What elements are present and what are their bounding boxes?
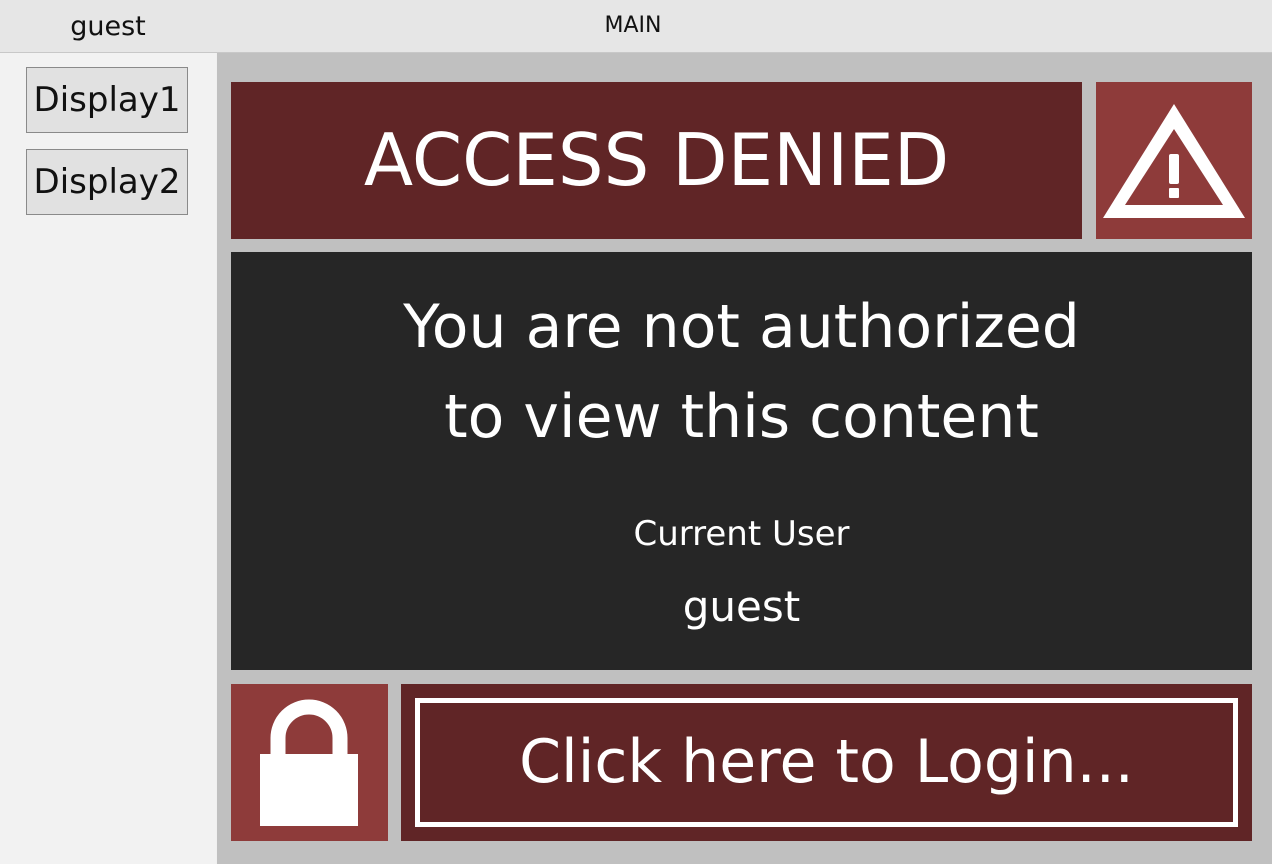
current-user-heading: Current User — [633, 514, 850, 554]
message-line-2: to view this content — [444, 382, 1039, 452]
message-line-1: You are not authorized — [403, 292, 1080, 362]
warning-triangle-icon — [1103, 104, 1245, 218]
page-title: MAIN — [604, 13, 662, 38]
display2-button[interactable]: Display2 — [26, 149, 188, 215]
current-user-value: guest — [682, 582, 801, 631]
warning-tile — [1096, 82, 1252, 239]
top-bar: guest MAIN — [0, 0, 1272, 53]
login-button[interactable]: Click here to Login... — [401, 684, 1252, 841]
access-denied-banner: ACCESS DENIED — [231, 82, 1082, 239]
display1-button[interactable]: Display1 — [26, 67, 188, 133]
message-panel: You are not authorized to view this cont… — [231, 252, 1252, 670]
login-button-label[interactable]: Click here to Login... — [415, 698, 1238, 827]
sidebar: Display1 Display2 — [0, 53, 216, 864]
lock-tile — [231, 684, 388, 841]
lock-icon — [260, 699, 358, 826]
current-user-label: guest — [70, 11, 146, 42]
main-content: ACCESS DENIED You are not authorized to … — [217, 53, 1272, 864]
